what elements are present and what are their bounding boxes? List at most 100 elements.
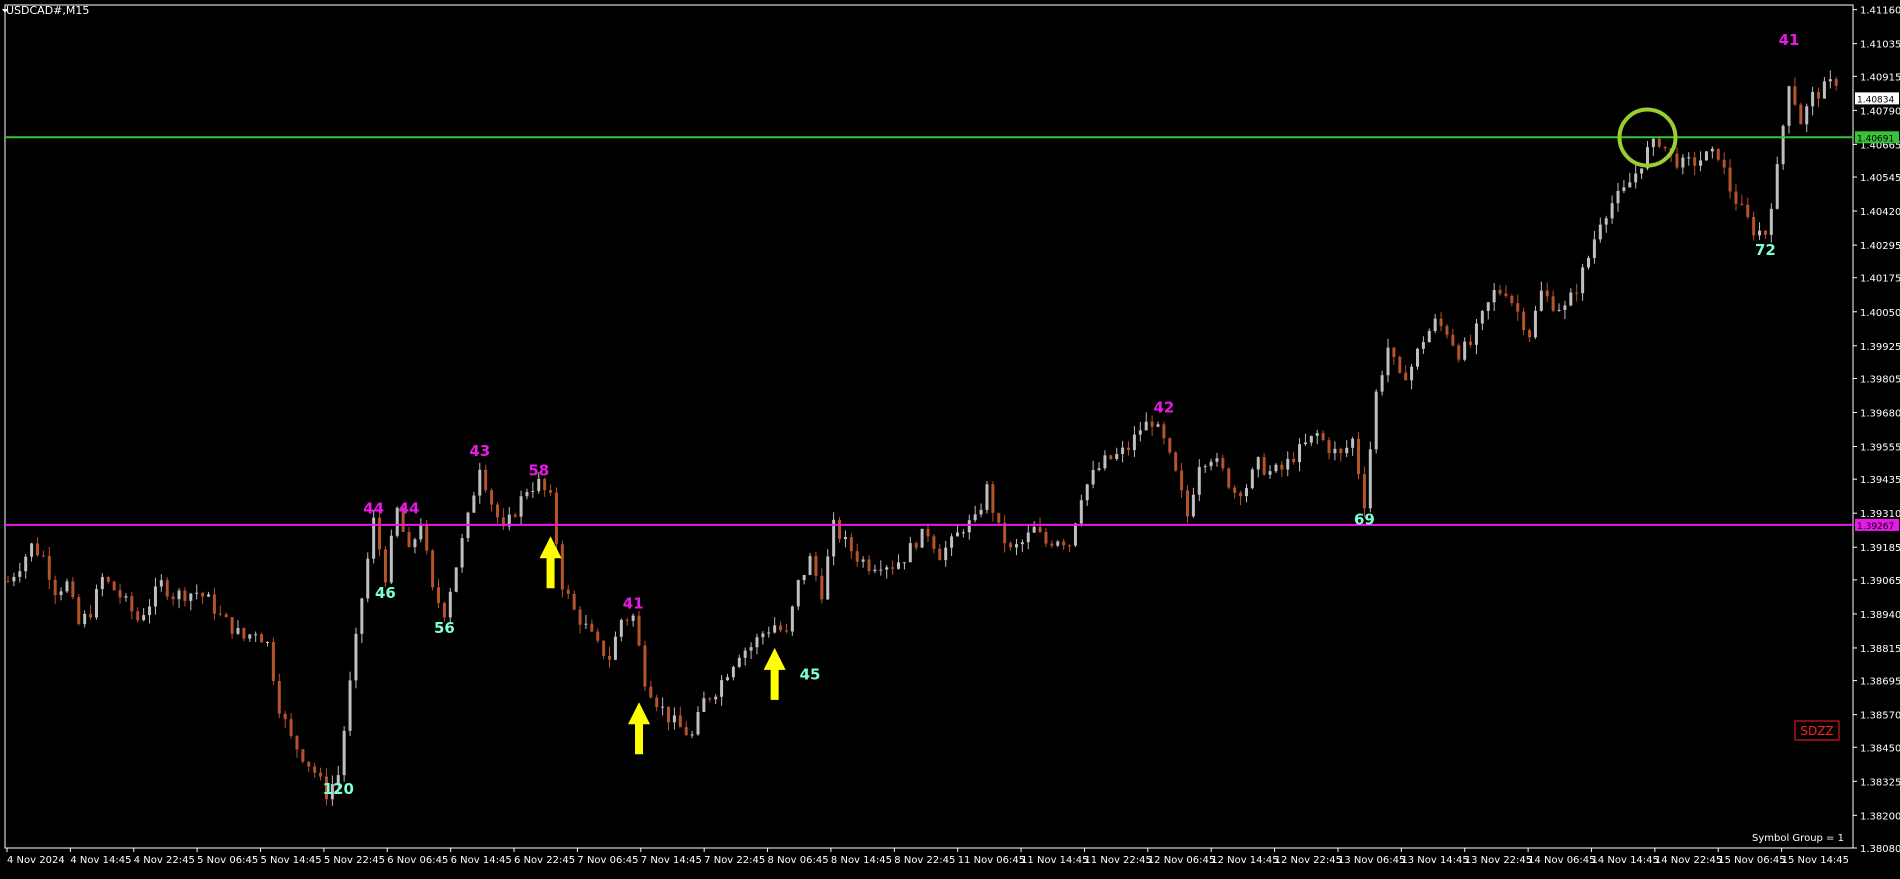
candle-body [18,571,22,577]
candle-body [1268,471,1272,475]
candles-group [6,70,1838,806]
candle-body [437,587,441,603]
candle-body [1203,466,1207,468]
candle-body [142,615,146,621]
candle-body [1728,167,1732,192]
x-tick-label: 5 Nov 06:45 [197,855,258,866]
candle-body [1386,347,1390,376]
chart-area[interactable]: USDCAD#,M15 1.41160 1.41035 1.40915 1.40790… [0,0,1900,875]
candle-body [495,504,499,518]
sdzz-badge-label: SDZZ [1800,724,1833,738]
candle-body [1486,302,1490,311]
candle-body [372,517,376,559]
y-tick-label: 1.38940 [1860,610,1900,621]
candle-body [366,558,370,599]
candle-body [1433,318,1437,332]
candle-body [1415,348,1419,367]
candle-body [985,484,989,510]
x-tick-label: 14 Nov 14:45 [1591,855,1658,866]
candle-body [407,531,411,548]
trough-count-label: 45 [800,665,821,683]
candle-body [1097,468,1101,470]
candle-body [53,579,57,596]
peak-count-label: 43 [469,442,490,460]
candle-body [1056,541,1060,546]
y-tick-label: 1.38695 [1860,677,1900,688]
candle-body [932,536,936,549]
candle-body [820,575,824,600]
candle-body [236,628,240,634]
y-tick-label: 1.41160 [1860,6,1900,17]
candle-body [177,590,181,600]
x-tick-label: 6 Nov 14:45 [451,855,512,866]
candle-body [65,581,69,592]
candle-body [301,749,305,762]
candle-body [708,698,712,700]
candle-body [342,730,346,776]
candle-body [790,606,794,632]
candle-body [702,698,706,712]
candle-body [1121,447,1125,454]
candle-body [1740,203,1744,205]
candle-body [265,641,269,643]
candle-body [1581,267,1585,294]
candle-body [448,591,452,618]
y-tick-label: 1.39805 [1860,374,1900,385]
price-chart-svg[interactable]: 1.411601.410351.409151.407901.406651.405… [0,0,1900,875]
x-tick-label: 15 Nov 14:45 [1782,855,1849,866]
x-tick-label: 11 Nov 06:45 [958,855,1025,866]
y-tick-label: 1.39925 [1860,342,1900,353]
candle-body [649,686,653,698]
candle-body [1758,230,1762,236]
candle-body [773,625,777,633]
candle-body [1068,545,1072,547]
candle-body [1763,230,1767,235]
x-tick-label: 12 Nov 06:45 [1148,855,1215,866]
x-tick-label: 13 Nov 06:45 [1338,855,1405,866]
candle-body [667,706,671,723]
candle-body [554,492,558,545]
x-tick-label: 7 Nov 06:45 [577,855,638,866]
candle-body [1746,204,1750,217]
candle-body [731,666,735,678]
y-tick-label: 1.40790 [1860,106,1900,117]
candle-body [1321,433,1325,441]
candle-body [1610,203,1614,219]
candle-body [926,528,930,537]
candle-body [136,611,140,621]
candle-body [159,580,163,587]
candle-body [354,633,358,681]
candle-body [572,593,576,610]
candle-body [696,711,700,735]
trough-count-label: 56 [434,619,455,637]
candle-body [419,525,423,540]
candle-body [59,591,63,596]
y-tick-label: 1.40050 [1860,308,1900,319]
candle-body [1357,438,1361,475]
candle-body [849,537,853,552]
candle-body [378,517,382,550]
candle-body [413,539,417,548]
candle-body [1215,458,1219,462]
candle-body [661,706,665,708]
symbol-title: USDCAD#,M15 [6,4,90,17]
candle-body [991,484,995,513]
candle-body [1510,295,1514,304]
candle-body [1539,290,1543,311]
x-tick-label: 7 Nov 22:45 [704,855,765,866]
candle-body [596,631,600,641]
candle-body [1522,311,1526,331]
candle-body [1280,464,1284,470]
candle-body [1516,303,1520,312]
candle-body [1734,191,1738,204]
candle-body [1174,452,1178,471]
candle-body [1368,449,1372,509]
candle-body [1138,430,1142,435]
candle-body [1303,442,1307,445]
candle-body [77,597,81,625]
x-tick-label: 13 Nov 14:45 [1401,855,1468,866]
candle-body [165,580,169,597]
candle-body [1722,159,1726,168]
peak-count-label: 58 [528,461,549,479]
candle-body [1079,500,1083,524]
